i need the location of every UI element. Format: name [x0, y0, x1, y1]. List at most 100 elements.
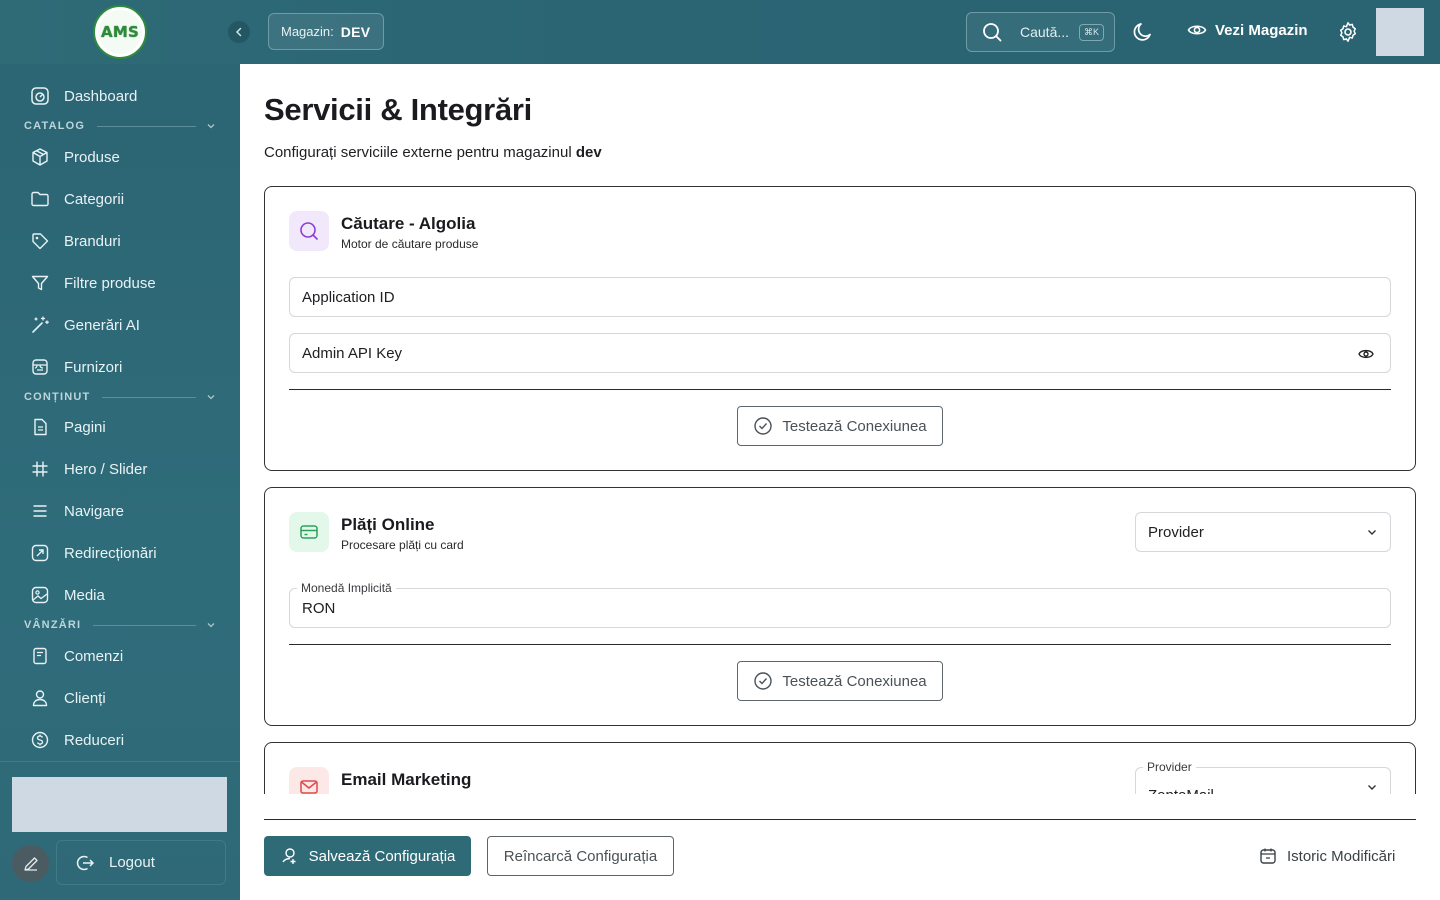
- edit-button[interactable]: [12, 845, 49, 882]
- test-connection-button[interactable]: Testează Conexiunea: [737, 406, 943, 446]
- admin-api-key-input[interactable]: Admin API Key: [289, 333, 1391, 373]
- select-placeholder: Provider: [1148, 523, 1204, 541]
- section-label: CONȚINUT: [24, 391, 91, 403]
- sidebar-item-categories[interactable]: Categorii: [0, 178, 240, 220]
- settings-gear-icon[interactable]: [1336, 20, 1360, 44]
- sidebar-item-label: Dashboard: [64, 87, 138, 105]
- main-content: Servicii & Integrări Configurați servici…: [240, 64, 1440, 900]
- subtitle-store: dev: [575, 144, 602, 161]
- card-title: Căutare - Algolia: [341, 214, 476, 233]
- test-connection-label: Testează Conexiunea: [782, 672, 927, 690]
- sidebar-item-label: Generări AI: [64, 316, 140, 334]
- section-label: VÂNZĂRI: [24, 619, 82, 631]
- top-bar: AMS Magazin: DEV Caută... ⌘K Vezi Magazi…: [0, 0, 1440, 64]
- card-divider: [289, 644, 1391, 645]
- search-icon: [300, 222, 318, 240]
- chevron-down-icon: [207, 395, 215, 400]
- algolia-card: Căutare - Algolia Motor de căutare produ…: [264, 186, 1416, 471]
- card-divider: [289, 389, 1391, 390]
- store-selector[interactable]: Magazin: DEV: [268, 13, 384, 50]
- dashboard-icon: [30, 86, 50, 106]
- reload-configuration-button[interactable]: Reîncarcă Configurația: [487, 836, 674, 876]
- folder-icon: [30, 189, 50, 209]
- section-sales[interactable]: VÂNZĂRI: [24, 618, 216, 632]
- tag-icon: [30, 231, 50, 251]
- receipt-icon: [30, 646, 50, 666]
- sidebar-item-orders[interactable]: Comenzi: [0, 635, 240, 677]
- save-icon: [282, 848, 296, 864]
- section-content[interactable]: CONȚINUT: [24, 390, 216, 404]
- page-subtitle: Configurați serviciile externe pentru ma…: [264, 144, 602, 161]
- sidebar-item-product-filters[interactable]: Filtre produse: [0, 262, 240, 304]
- sidebar-item-redirects[interactable]: Redirecționări: [0, 532, 240, 574]
- user-avatar[interactable]: [1376, 8, 1424, 56]
- check-circle-icon: [754, 417, 773, 435]
- ams-logo[interactable]: AMS: [93, 5, 147, 59]
- sidebar-item-pages[interactable]: Pagini: [0, 406, 240, 448]
- view-store-button[interactable]: Vezi Magazin: [1187, 20, 1308, 40]
- check-circle-icon: [754, 672, 773, 690]
- sidebar-item-label: Pagini: [64, 418, 106, 436]
- chevron-down-icon: [207, 124, 215, 129]
- logout-label: Logout: [109, 854, 155, 871]
- dark-mode-toggle-icon[interactable]: [1131, 20, 1155, 44]
- eye-icon[interactable]: [1358, 347, 1374, 361]
- payment-provider-select[interactable]: Provider: [1135, 512, 1391, 552]
- menu-icon: [30, 501, 50, 521]
- logout-button[interactable]: Logout: [56, 840, 226, 885]
- chevron-left-icon: [235, 27, 242, 37]
- sidebar-placeholder-block: [12, 777, 227, 832]
- sidebar-item-label: Media: [64, 586, 105, 604]
- input-placeholder: Admin API Key: [302, 344, 403, 362]
- sidebar-item-label: Furnizori: [64, 358, 123, 376]
- sidebar-divider: [0, 761, 240, 762]
- sidebar-item-label: Filtre produse: [64, 274, 156, 292]
- change-history-button[interactable]: Istoric Modificări: [1258, 846, 1395, 866]
- pen-icon: [23, 856, 38, 871]
- card-title: Plăți Online: [341, 515, 435, 534]
- test-connection-button[interactable]: Testează Conexiunea: [737, 661, 943, 701]
- sidebar-item-dashboard[interactable]: Dashboard: [0, 75, 240, 117]
- input-placeholder: Application ID: [302, 288, 395, 306]
- chevron-down-icon: [1368, 785, 1376, 790]
- image-icon: [30, 585, 50, 605]
- payments-icon-wrap: [289, 512, 329, 552]
- chevron-down-icon: [1368, 530, 1376, 535]
- collapse-sidebar-button[interactable]: [228, 21, 250, 43]
- page-title: Servicii & Integrări: [264, 92, 532, 127]
- payments-card: Plăți Online Procesare plăți cu card Pro…: [264, 487, 1416, 726]
- search-icon: [983, 23, 1002, 42]
- application-id-input[interactable]: Application ID: [289, 277, 1391, 317]
- default-currency-input[interactable]: RON: [289, 588, 1391, 628]
- sidebar-item-label: Categorii: [64, 190, 125, 208]
- sidebar-item-media[interactable]: Media: [0, 574, 240, 616]
- view-store-label: Vezi Magazin: [1215, 21, 1308, 39]
- save-label: Salvează Configurația: [308, 847, 456, 865]
- sidebar-item-hero-slider[interactable]: Hero / Slider: [0, 448, 240, 490]
- sidebar-item-suppliers[interactable]: Furnizori: [0, 346, 240, 388]
- sidebar-item-discounts[interactable]: Reduceri: [0, 719, 240, 761]
- section-catalog[interactable]: CATALOG: [24, 119, 216, 133]
- store-icon: [30, 357, 50, 377]
- history-label: Istoric Modificări: [1287, 847, 1396, 865]
- field-label: Provider: [1143, 760, 1196, 774]
- sidebar-item-label: Navigare: [64, 502, 125, 520]
- user-icon: [30, 688, 50, 708]
- sidebar-item-label: Branduri: [64, 232, 121, 250]
- sidebar-item-products[interactable]: Produse: [0, 136, 240, 178]
- redirect-icon: [30, 543, 50, 563]
- search-input[interactable]: Caută... ⌘K: [966, 12, 1115, 52]
- sidebar-item-clients[interactable]: Clienți: [0, 677, 240, 719]
- dollar-circle-icon: [30, 730, 50, 750]
- logout-icon: [76, 855, 95, 870]
- chevron-down-icon: [207, 623, 215, 628]
- file-icon: [30, 417, 50, 437]
- sidebar-item-brands[interactable]: Branduri: [0, 220, 240, 262]
- hash-icon: [30, 459, 50, 479]
- card-subtitle: Procesare plăți cu card: [341, 538, 464, 552]
- box-icon: [30, 147, 50, 167]
- field-label: Monedă Implicită: [297, 581, 396, 595]
- save-configuration-button[interactable]: Salvează Configurația: [264, 836, 471, 876]
- sidebar-item-navigation[interactable]: Navigare: [0, 490, 240, 532]
- sidebar-item-ai-generations[interactable]: Generări AI: [0, 304, 240, 346]
